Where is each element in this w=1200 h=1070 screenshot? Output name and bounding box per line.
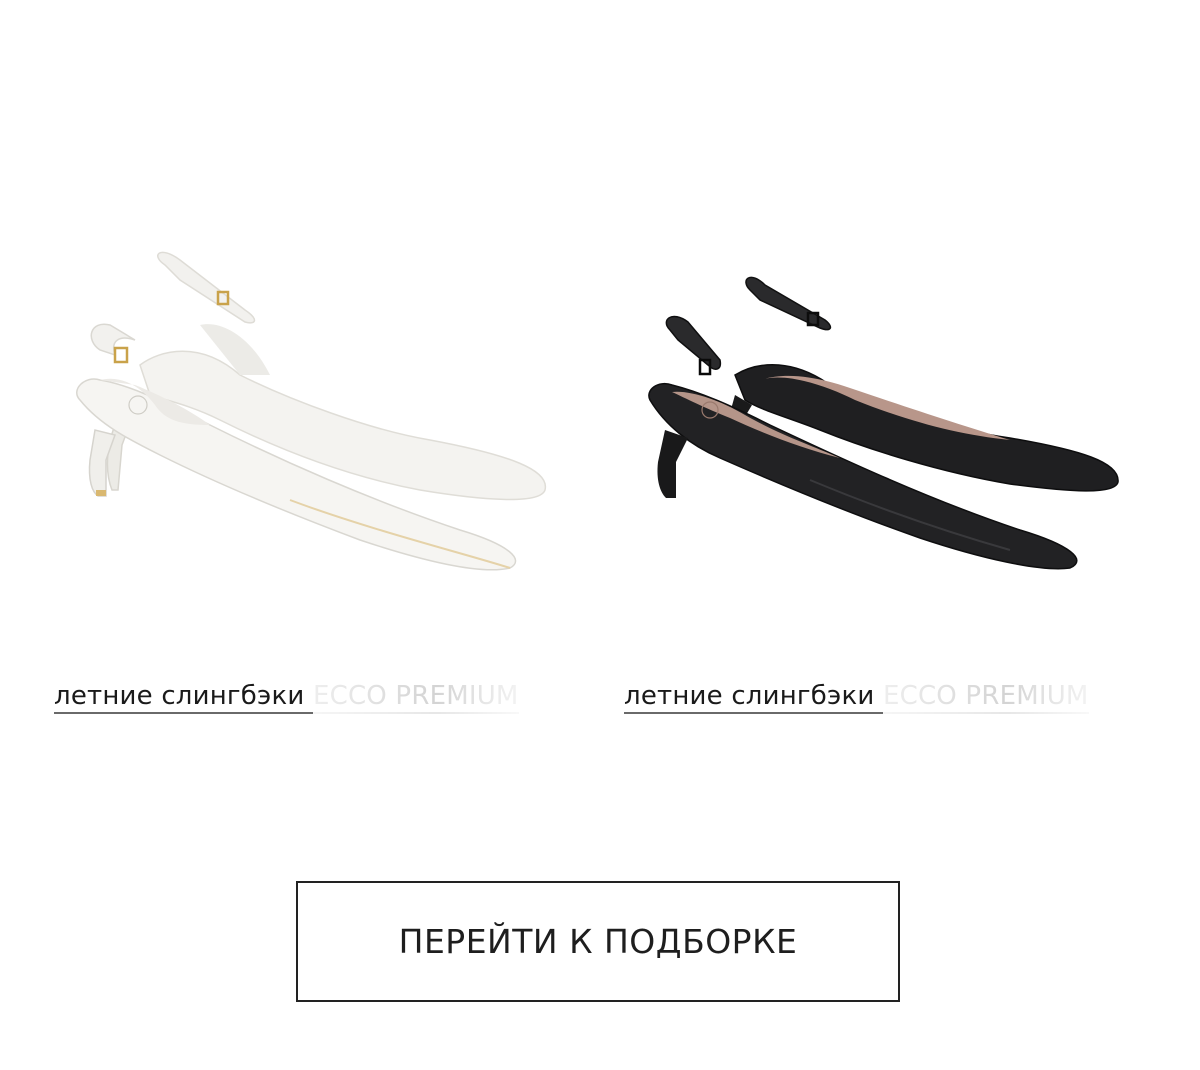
product-title-link[interactable]: летние слингбэки ECCO PREMIUM xyxy=(624,676,1144,716)
product-title-brand-faded: ECCO PREMIUM xyxy=(882,681,1089,714)
product-title-brand-faded: ECCO PREMIUM xyxy=(312,681,519,714)
white-slingback-shoes-illustration xyxy=(76,251,547,571)
product-image-black-slingbacks[interactable] xyxy=(610,200,1170,620)
product-title-link[interactable]: летние слингбэки ECCO PREMIUM xyxy=(54,676,574,716)
product-title-text: летние слингбэки xyxy=(54,681,313,714)
product-image-white-slingbacks[interactable] xyxy=(40,200,600,620)
black-slingback-shoes-illustration xyxy=(648,276,1119,570)
product-title-text: летние слингбэки xyxy=(624,681,883,714)
go-to-collection-button[interactable]: ПЕРЕЙТИ К ПОДБОРКЕ xyxy=(296,881,900,1002)
go-to-collection-label: ПЕРЕЙТИ К ПОДБОРКЕ xyxy=(398,922,798,961)
